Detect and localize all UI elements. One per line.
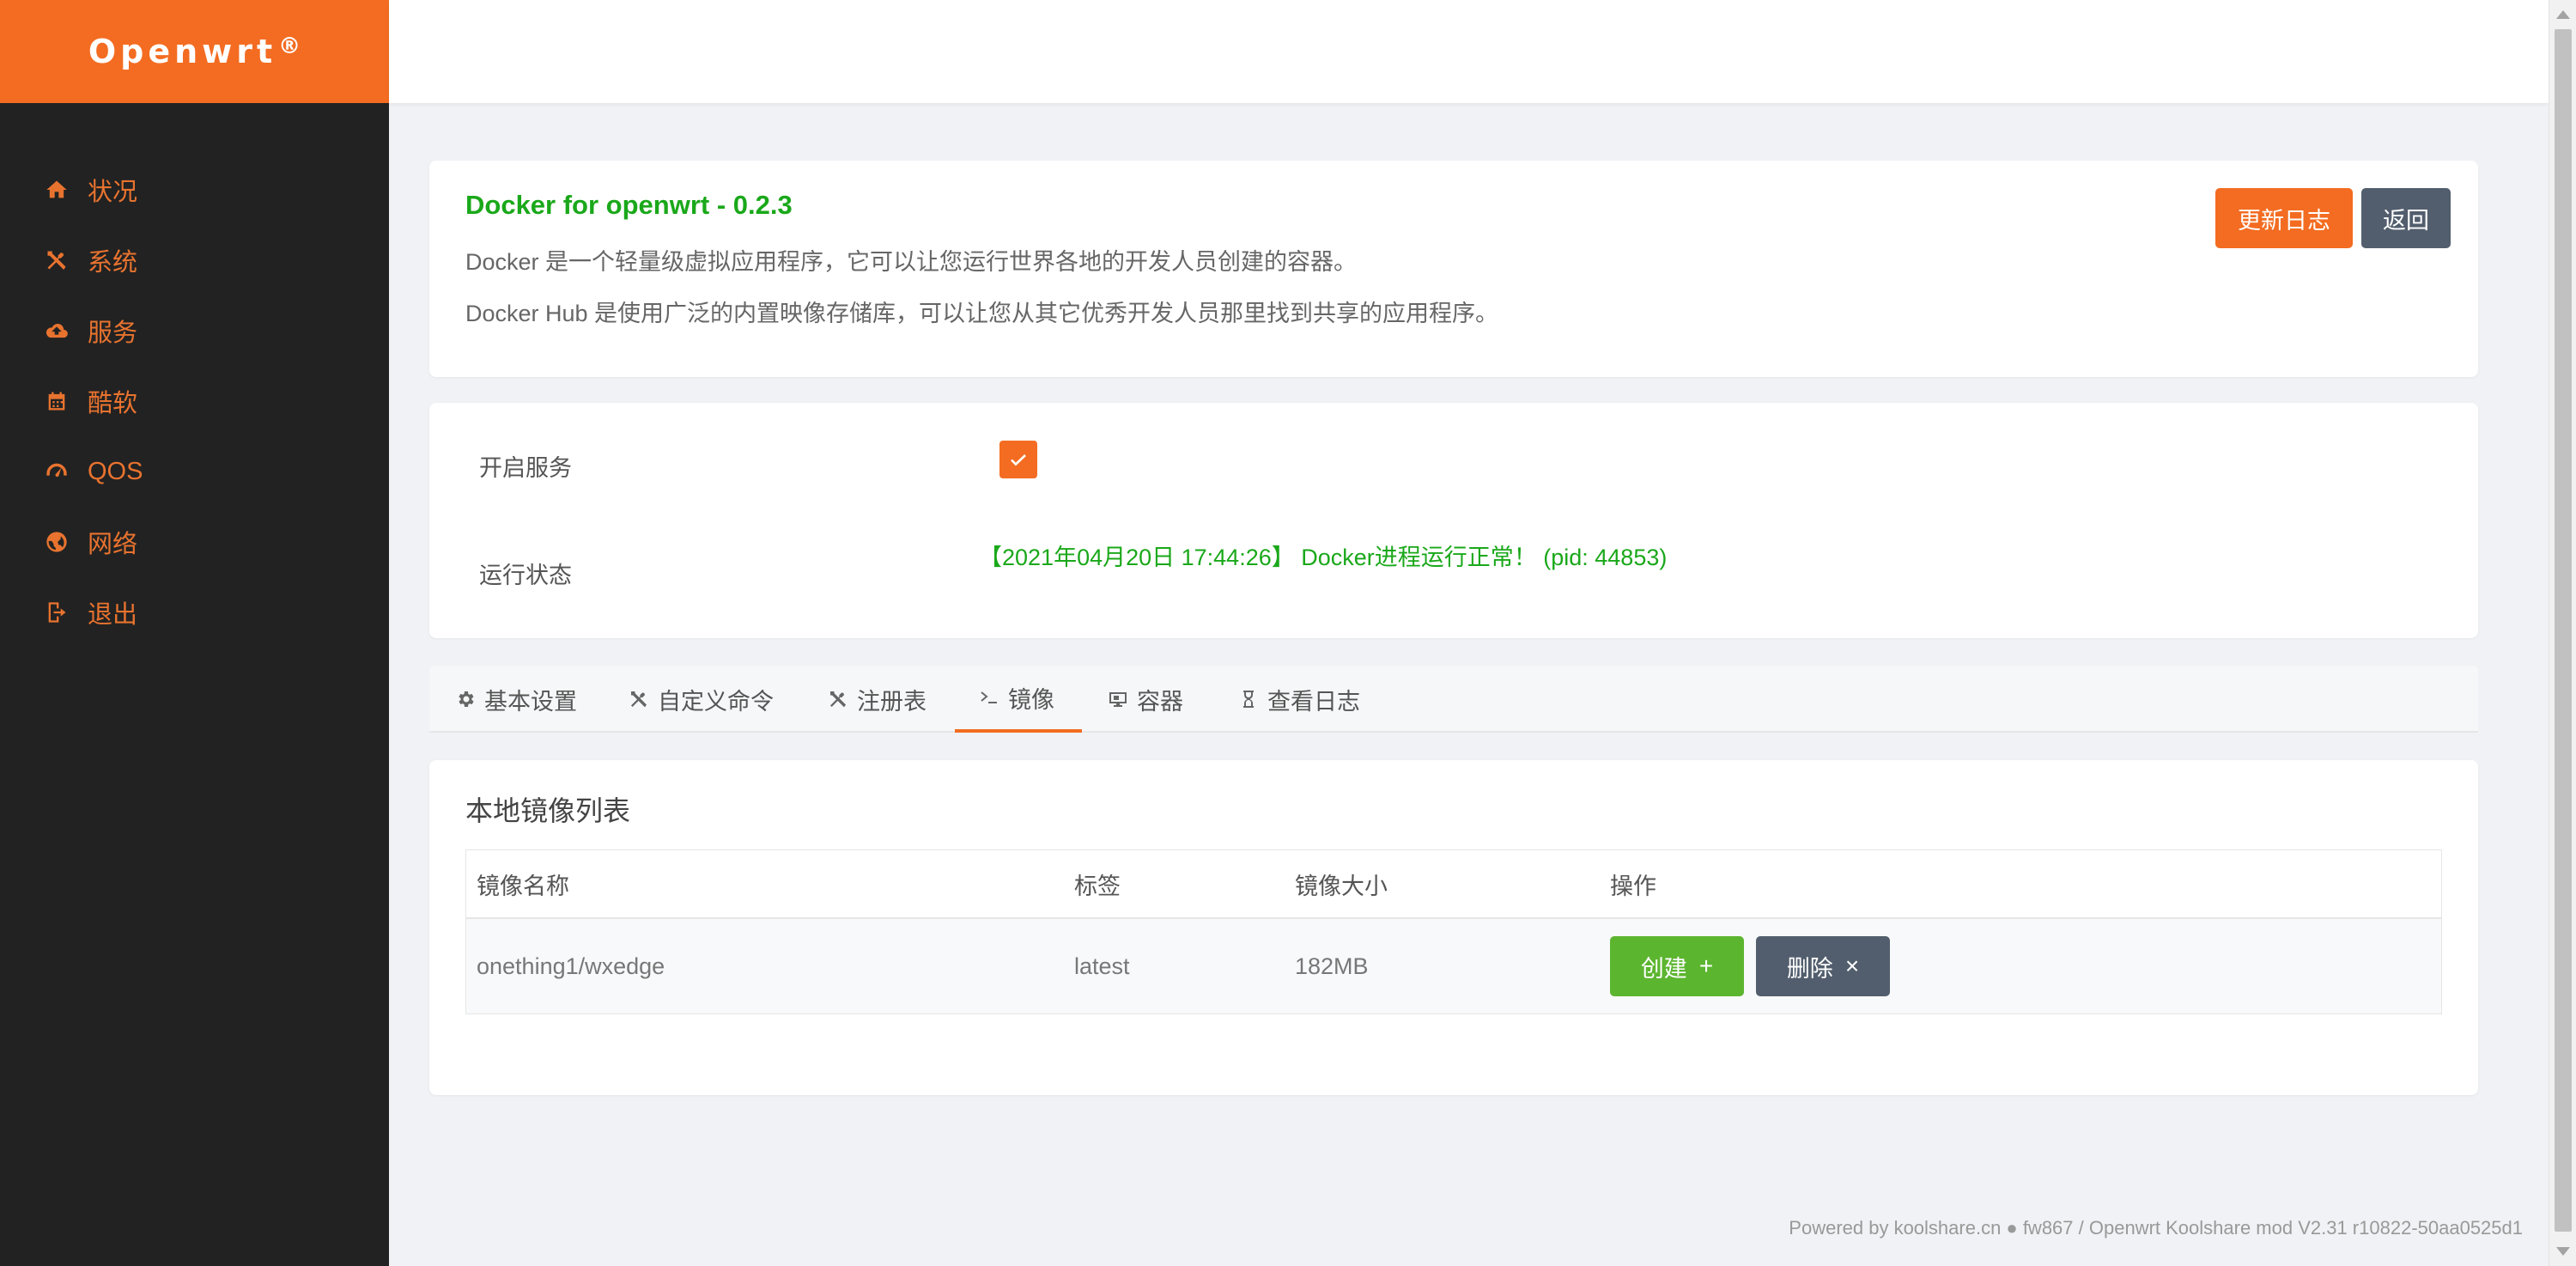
- local-image-list-card: 本地镜像列表 镜像名称 标签 镜像大小 操作 onething1/wxedge …: [429, 760, 2478, 1095]
- sidebar-item-status[interactable]: 状况: [0, 155, 389, 225]
- scroll-up-arrow-icon[interactable]: [2556, 10, 2570, 19]
- column-header-name: 镜像名称: [477, 873, 569, 899]
- sidebar-item-services[interactable]: 服务: [0, 295, 389, 366]
- column-header-actions: 操作: [1610, 873, 1656, 899]
- calendar-icon: [41, 386, 72, 417]
- tab-label: 查看日志: [1267, 688, 1360, 715]
- sidebar-item-label: QOS: [88, 457, 143, 485]
- back-button[interactable]: 返回: [2361, 188, 2451, 248]
- delete-label: 删除: [1786, 955, 1833, 982]
- sidebar-item-label: 状况: [88, 179, 138, 206]
- tab-label: 镜像: [1008, 686, 1054, 713]
- image-tag: latest: [1074, 953, 1130, 979]
- speedometer-icon: [41, 456, 72, 487]
- brand-logo[interactable]: Openwrt ®: [0, 0, 389, 103]
- delete-image-button[interactable]: 删除 ×: [1756, 936, 1890, 996]
- footer-credits: Powered by koolshare.cn ● fw867 / Openwr…: [1789, 1217, 2523, 1239]
- description-docker-hub: Docker Hub 是使用广泛的内置映像存储库，可以让您从其它优秀开发人员那里…: [465, 301, 1499, 326]
- sidebar-item-label: 网络: [88, 531, 138, 558]
- tab-registry[interactable]: 注册表: [828, 666, 927, 733]
- vertical-scrollbar[interactable]: [2549, 0, 2576, 1266]
- image-size: 182MB: [1295, 953, 1369, 979]
- image-table: 镜像名称 标签 镜像大小 操作 onething1/wxedge latest …: [465, 849, 2442, 1014]
- terminal-icon: [981, 691, 997, 703]
- tab-label: 注册表: [857, 688, 927, 715]
- home-icon: [41, 174, 72, 205]
- sidebar-item-label: 系统: [88, 249, 138, 277]
- close-icon: ×: [1844, 953, 1860, 979]
- sidebar: Openwrt ® 状况 系统 服务 酷软 QOS 网络 退出: [0, 0, 389, 1266]
- brand-name: Openwrt: [88, 33, 277, 70]
- sidebar-item-label: 酷软: [88, 390, 138, 417]
- sidebar-item-logout[interactable]: 退出: [0, 577, 389, 648]
- logout-icon: [41, 597, 72, 628]
- globe-icon: [41, 526, 72, 557]
- top-header: [389, 0, 2549, 103]
- sidebar-item-koolsoft[interactable]: 酷软: [0, 366, 389, 436]
- sidebar-item-network[interactable]: 网络: [0, 507, 389, 577]
- check-icon: [1011, 454, 1026, 466]
- tab-label: 容器: [1137, 688, 1183, 715]
- table-row: onething1/wxedge latest 182MB 创建 + 删除 ×: [466, 919, 2441, 1013]
- column-header-tag: 标签: [1074, 873, 1121, 899]
- hourglass-icon: [1243, 691, 1254, 708]
- tab-containers[interactable]: 容器: [1108, 666, 1183, 733]
- tab-images[interactable]: 镜像: [955, 666, 1082, 733]
- sidebar-item-system[interactable]: 系统: [0, 225, 389, 295]
- cloud-upload-icon: [41, 315, 72, 346]
- run-status-label: 运行状态: [479, 563, 572, 588]
- image-name: onething1/wxedge: [477, 953, 665, 979]
- run-status-text: 【2021年04月20日 17:44:26】 Docker进程运行正常！ (pi…: [979, 545, 1668, 570]
- sidebar-item-qos[interactable]: QOS: [0, 436, 389, 507]
- sidebar-item-label: 服务: [88, 320, 138, 347]
- page-title: Docker for openwrt - 0.2.3: [465, 190, 793, 220]
- enable-service-label: 开启服务: [479, 455, 572, 481]
- sidebar-menu: 状况 系统 服务 酷软 QOS 网络 退出: [0, 155, 389, 648]
- service-settings-card: 开启服务 运行状态 【2021年04月20日 17:44:26】 Docker进…: [429, 403, 2478, 638]
- tools-icon: [830, 691, 846, 708]
- docker-info-card: Docker for openwrt - 0.2.3 Docker 是一个轻量级…: [429, 161, 2478, 377]
- brand-registered-mark: ®: [278, 33, 301, 59]
- tools-icon: [41, 245, 72, 276]
- tab-custom-commands[interactable]: 自定义命令: [629, 666, 774, 733]
- tools-icon: [631, 691, 647, 708]
- monitor-icon: [1109, 692, 1127, 707]
- section-title: 本地镜像列表: [465, 795, 631, 826]
- description-docker: Docker 是一个轻量级虚拟应用程序，它可以让您运行世界各地的开发人员创建的容…: [465, 249, 1358, 275]
- changelog-button[interactable]: 更新日志: [2215, 188, 2353, 248]
- tab-label: 自定义命令: [658, 688, 774, 715]
- tab-basic-settings[interactable]: 基本设置: [455, 666, 577, 733]
- tab-view-logs[interactable]: 查看日志: [1238, 666, 1360, 733]
- scroll-down-arrow-icon[interactable]: [2556, 1247, 2570, 1256]
- scrollbar-thumb[interactable]: [2555, 29, 2572, 1232]
- sidebar-item-label: 退出: [88, 601, 138, 629]
- column-header-size: 镜像大小: [1295, 873, 1388, 899]
- plus-icon: +: [1698, 953, 1714, 979]
- tab-bar: 基本设置 自定义命令 注册表 镜像 容器 查看日志: [429, 666, 2478, 733]
- gear-icon: [459, 691, 474, 707]
- create-container-button[interactable]: 创建 +: [1610, 936, 1744, 996]
- create-label: 创建: [1640, 955, 1687, 982]
- table-header: 镜像名称 标签 镜像大小 操作: [466, 850, 2441, 919]
- tab-label: 基本设置: [484, 688, 577, 715]
- enable-service-checkbox[interactable]: [999, 441, 1037, 478]
